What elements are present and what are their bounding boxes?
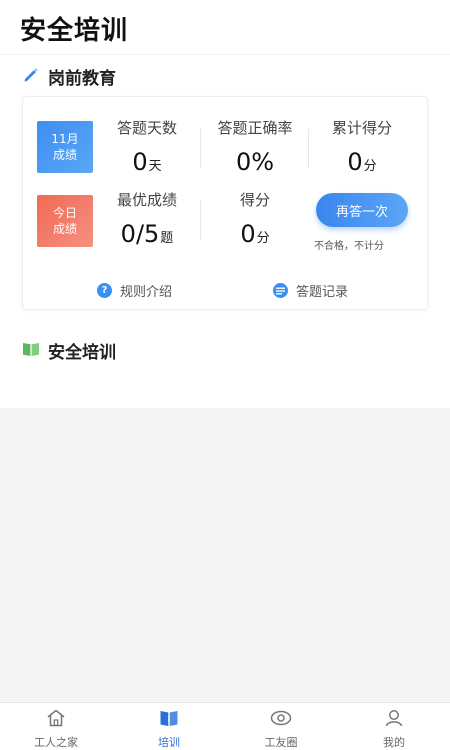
bottom-tab-bar: 工人之家 培训 工友圈 我的 xyxy=(0,702,450,750)
question-icon: ? xyxy=(97,283,112,298)
exam-stats-card: 11月 成绩 今日 成绩 答题天数 0天 答题正确率 0% 累计得分 0分 最优… xyxy=(22,96,428,310)
stat-total-score: 累计得分 0分 xyxy=(317,117,407,176)
stat-divider xyxy=(308,129,309,169)
stat-label: 最优成绩 xyxy=(116,191,177,209)
list-icon xyxy=(273,283,288,298)
stat-divider xyxy=(200,129,201,169)
records-label: 答题记录 xyxy=(296,285,349,300)
eye-icon xyxy=(270,709,292,731)
stat-best-score: 最优成绩 0/5题 xyxy=(103,189,191,248)
section-header-pre-job: 岗前教育 xyxy=(22,64,116,89)
header-divider xyxy=(0,54,450,55)
stat-label: 累计得分 xyxy=(331,119,392,137)
tab-label: 工人之家 xyxy=(34,736,78,749)
retry-button[interactable]: 再答一次 xyxy=(316,193,408,227)
today-score-tile[interactable]: 今日 成绩 xyxy=(37,195,93,247)
tab-mine[interactable]: 我的 xyxy=(354,709,434,750)
tab-label: 工友圈 xyxy=(264,736,298,749)
tile-month-line2: 成绩 xyxy=(52,148,77,162)
section-title-pre-job: 岗前教育 xyxy=(48,69,116,89)
section-header-training: 安全培训 xyxy=(22,338,116,363)
tab-workers-home[interactable]: 工人之家 xyxy=(16,709,96,750)
fail-note: 不合格，不计分 xyxy=(314,241,384,252)
stat-value: 0天 xyxy=(132,148,162,176)
records-link[interactable]: 答题记录 xyxy=(273,281,348,300)
stat-answer-days: 答题天数 0天 xyxy=(103,117,191,176)
stat-value: 0/5题 xyxy=(120,220,174,248)
user-icon xyxy=(384,709,404,731)
stat-accuracy: 答题正确率 0% xyxy=(205,117,305,176)
pencil-icon xyxy=(22,66,40,88)
month-score-tile[interactable]: 11月 成绩 xyxy=(37,121,93,173)
stat-value: 0分 xyxy=(240,220,270,248)
tab-label: 培训 xyxy=(158,736,180,749)
stat-divider xyxy=(200,201,201,241)
stat-label: 答题天数 xyxy=(116,119,177,137)
tab-label: 我的 xyxy=(383,736,405,749)
page-title: 安全培训 xyxy=(20,16,129,46)
app-screen: 安全培训 岗前教育 11月 成绩 今日 成绩 答题天数 0天 答题正确率 0% xyxy=(0,0,450,750)
stat-value: 0% xyxy=(235,148,275,176)
home-icon xyxy=(46,709,66,731)
tab-workmates-circle[interactable]: 工友圈 xyxy=(241,709,321,750)
stat-label: 得分 xyxy=(239,191,270,209)
section-title-training: 安全培训 xyxy=(48,343,116,363)
book-icon xyxy=(159,709,179,731)
tile-month-line1: 11月 xyxy=(51,132,79,146)
stat-value: 0分 xyxy=(347,148,377,176)
book-icon xyxy=(22,341,40,361)
stat-score: 得分 0分 xyxy=(205,189,305,248)
tab-training[interactable]: 培训 xyxy=(129,709,209,750)
tile-today-line1: 今日 xyxy=(52,206,77,220)
rules-link[interactable]: ? 规则介绍 xyxy=(97,281,172,300)
rules-label: 规则介绍 xyxy=(120,285,173,300)
tile-today-line2: 成绩 xyxy=(52,222,77,236)
stat-label: 答题正确率 xyxy=(217,119,293,137)
